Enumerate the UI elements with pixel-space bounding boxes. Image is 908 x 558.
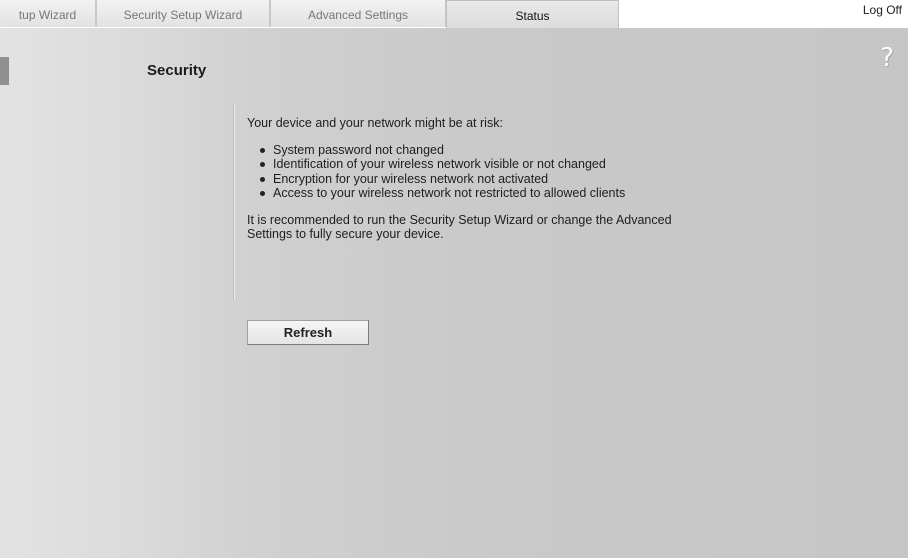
router-status-page: tup Wizard Security Setup Wizard Advance… [0,0,908,558]
tab-bar: tup Wizard Security Setup Wizard Advance… [0,0,908,29]
list-item: Identification of your wireless network … [260,157,707,172]
content-panel: Security ? Your device and your network … [0,28,908,558]
refresh-button[interactable]: Refresh [247,320,369,345]
question-mark-icon[interactable]: ? [880,44,894,72]
tab-advanced-settings[interactable]: Advanced Settings [270,0,446,27]
tab-status[interactable]: Status [446,0,619,29]
security-message: Your device and your network might be at… [247,116,707,242]
divider [233,104,235,300]
section-title: Security [147,62,207,79]
sidebar-marker [0,57,9,85]
list-item: Encryption for your wireless network not… [260,172,707,187]
list-item: Access to your wireless network not rest… [260,186,673,201]
risk-list: System password not changed Identificati… [247,143,707,201]
recommendation-text: It is recommended to run the Security Se… [247,212,672,242]
risk-intro-text: Your device and your network might be at… [247,116,503,130]
tab-security-setup-wizard[interactable]: Security Setup Wizard [96,0,270,27]
tab-setup-wizard[interactable]: tup Wizard [0,0,96,27]
log-off-link[interactable]: Log Off [859,0,906,28]
list-item: System password not changed [260,143,707,158]
